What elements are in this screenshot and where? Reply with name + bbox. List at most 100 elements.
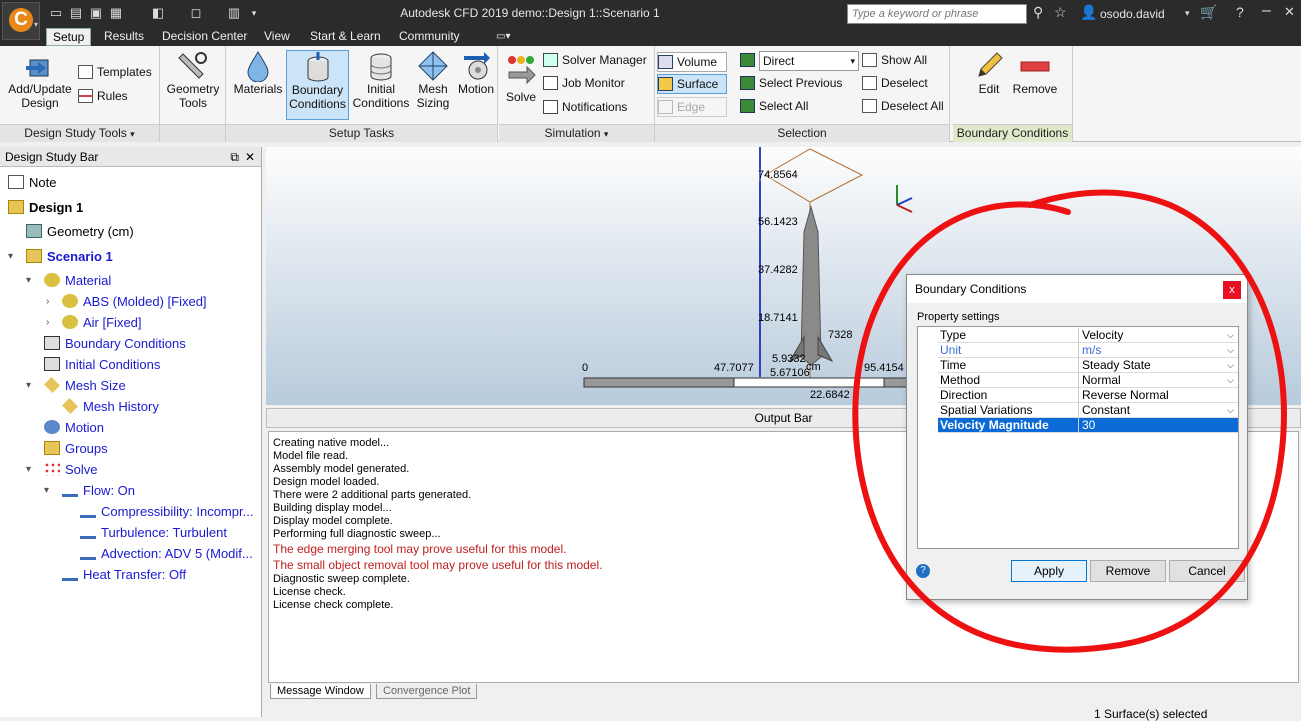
open-folder-icon[interactable]: ▤ [68, 5, 84, 21]
property-value[interactable]: Reverse Normal [1078, 388, 1238, 403]
tree-item-mesh-history[interactable]: Mesh History [62, 397, 159, 417]
rules-button[interactable]: Rules [78, 87, 128, 107]
binoculars-icon[interactable]: ⚲ [1033, 4, 1043, 21]
chevron-down-icon[interactable]: ⌵ [1227, 343, 1234, 358]
tree-item-scenario[interactable]: Scenario 1 [26, 247, 113, 267]
property-value[interactable]: Constant ⌵ [1078, 403, 1238, 418]
select-all-button[interactable]: Select All [740, 97, 808, 117]
tree-item-air[interactable]: Air [Fixed] [62, 313, 142, 333]
apply-button[interactable]: Apply [1011, 560, 1087, 582]
material-collapse-icon[interactable]: ▾ [26, 275, 31, 286]
edge-select-button[interactable]: Edge [657, 97, 727, 117]
tree-item-design[interactable]: Design 1 [8, 198, 83, 218]
direct-dropdown[interactable]: Direct ▾ [759, 51, 859, 71]
ribbon-options-icon[interactable]: ▭▾ [490, 28, 516, 46]
float-panel-icon[interactable]: ⧉ [230, 147, 239, 167]
remove-button[interactable]: Remove [1009, 50, 1061, 96]
air-expand-icon[interactable]: › [46, 317, 49, 328]
tab-start-learn[interactable]: Start & Learn [304, 28, 387, 46]
remove-bc-button[interactable]: Remove [1090, 560, 1166, 582]
boundary-conditions-button[interactable]: Boundary Conditions [286, 50, 349, 120]
tree-item-flow[interactable]: Flow: On [62, 481, 135, 501]
minimize-icon[interactable]: – [1262, 2, 1271, 20]
initial-conditions-button[interactable]: Initial Conditions [351, 50, 411, 110]
property-row-time[interactable]: Time Steady State ⌵ [918, 358, 1238, 373]
velocity-magnitude-field[interactable]: 30 [1078, 418, 1238, 433]
quick-access-dropdown-icon[interactable]: ▾ [246, 5, 262, 21]
tree-item-initial-conditions[interactable]: Initial Conditions [44, 355, 160, 375]
tree-item-abs[interactable]: ABS (Molded) [Fixed] [62, 292, 207, 312]
job-monitor-button[interactable]: Job Monitor [543, 74, 625, 94]
surface-select-button[interactable]: Surface [657, 74, 727, 94]
dialog-close-icon[interactable]: x [1223, 281, 1241, 299]
tree-item-geometry[interactable]: Geometry (cm) [26, 222, 134, 242]
tab-message-window[interactable]: Message Window [270, 684, 371, 699]
app-logo-button[interactable]: C ▾ [2, 2, 40, 40]
edit-button[interactable]: Edit [973, 50, 1005, 96]
display-icon[interactable]: ▥ [226, 5, 242, 21]
notifications-button[interactable]: Notifications [543, 98, 627, 118]
chevron-down-icon[interactable]: ⌵ [1227, 373, 1234, 388]
cancel-button[interactable]: Cancel [1169, 560, 1245, 582]
search-input[interactable]: Type a keyword or phrase [847, 4, 1027, 24]
user-dropdown-icon[interactable]: ▾ [1185, 8, 1190, 19]
solve-collapse-icon[interactable]: ▾ [26, 464, 31, 475]
add-update-design-button[interactable]: Add/Update Design [4, 50, 76, 110]
close-window-icon[interactable]: ✕ [1284, 4, 1295, 20]
motion-button[interactable]: Motion [455, 50, 497, 96]
undo-icon[interactable]: ◧ [150, 5, 166, 21]
tree-item-material[interactable]: Material [44, 271, 111, 291]
tree-item-turbulence[interactable]: Turbulence: Turbulent [80, 523, 227, 543]
tree-item-boundary-conditions[interactable]: Boundary Conditions [44, 334, 186, 354]
help-icon[interactable]: ? [1236, 4, 1244, 20]
solver-manager-button[interactable]: Solver Manager [543, 51, 647, 71]
tree-item-advection[interactable]: Advection: ADV 5 (Modif... [80, 544, 253, 564]
tree-item-heat-transfer[interactable]: Heat Transfer: Off [62, 565, 186, 585]
property-row-type[interactable]: Type Velocity ⌵ [918, 328, 1238, 343]
tree-item-mesh-size[interactable]: Mesh Size [44, 376, 126, 396]
property-value[interactable]: Normal ⌵ [1078, 373, 1238, 388]
cart-icon[interactable]: 🛒 [1200, 4, 1217, 21]
materials-button[interactable]: Materials [232, 50, 284, 96]
property-value[interactable]: Steady State ⌵ [1078, 358, 1238, 373]
tab-setup[interactable]: Setup [46, 28, 92, 46]
tab-decision-center[interactable]: Decision Center [156, 28, 253, 46]
abs-expand-icon[interactable]: › [46, 296, 49, 307]
group-label-simulation[interactable]: Simulation ▾ [499, 124, 654, 142]
tree-item-note[interactable]: Note [8, 173, 56, 193]
tab-view[interactable]: View [258, 28, 296, 46]
tree-item-solve[interactable]: Solve [44, 460, 98, 480]
property-value[interactable]: Velocity ⌵ [1078, 328, 1238, 343]
deselect-all-button[interactable]: Deselect All [862, 97, 944, 117]
view-cube-icon[interactable]: ◻ [188, 5, 204, 21]
scenario-collapse-icon[interactable]: ▾ [8, 251, 13, 262]
show-all-button[interactable]: Show All [862, 51, 927, 71]
save-all-icon[interactable]: ▦ [108, 5, 124, 21]
mesh-sizing-button[interactable]: Mesh Sizing [413, 50, 453, 110]
geometry-tools-button[interactable]: Geometry Tools [164, 50, 222, 110]
tab-convergence-plot[interactable]: Convergence Plot [376, 684, 478, 699]
property-row-direction[interactable]: Direction Reverse Normal [918, 388, 1238, 403]
property-value[interactable]: m/s ⌵ [1078, 343, 1238, 358]
tree-item-groups[interactable]: Groups [44, 439, 108, 459]
property-row-velocity-magnitude[interactable]: Velocity Magnitude 30 [918, 418, 1238, 433]
templates-button[interactable]: Templates [78, 63, 152, 83]
tab-community[interactable]: Community [393, 28, 466, 46]
username[interactable]: osodo.david [1100, 7, 1165, 21]
tree-item-compressibility[interactable]: Compressibility: Incompr... [80, 502, 253, 522]
volume-select-button[interactable]: Volume [657, 52, 727, 72]
solve-button[interactable]: Solve [503, 50, 539, 104]
select-previous-button[interactable]: Select Previous [740, 74, 842, 94]
mesh-collapse-icon[interactable]: ▾ [26, 380, 31, 391]
chevron-down-icon[interactable]: ⌵ [1227, 403, 1234, 418]
property-row-method[interactable]: Method Normal ⌵ [918, 373, 1238, 388]
tab-results[interactable]: Results [98, 28, 150, 46]
new-file-icon[interactable]: ▭ [48, 5, 64, 21]
chevron-down-icon[interactable]: ⌵ [1227, 358, 1234, 373]
group-label-design-study-tools[interactable]: Design Study Tools ▾ [0, 124, 159, 142]
favorites-star-icon[interactable]: ☆ [1054, 4, 1067, 21]
tree-item-motion[interactable]: Motion [44, 418, 104, 438]
flow-collapse-icon[interactable]: ▾ [44, 485, 49, 496]
dialog-title-bar[interactable]: Boundary Conditions x [907, 275, 1247, 303]
help-icon[interactable]: ? [916, 564, 930, 578]
